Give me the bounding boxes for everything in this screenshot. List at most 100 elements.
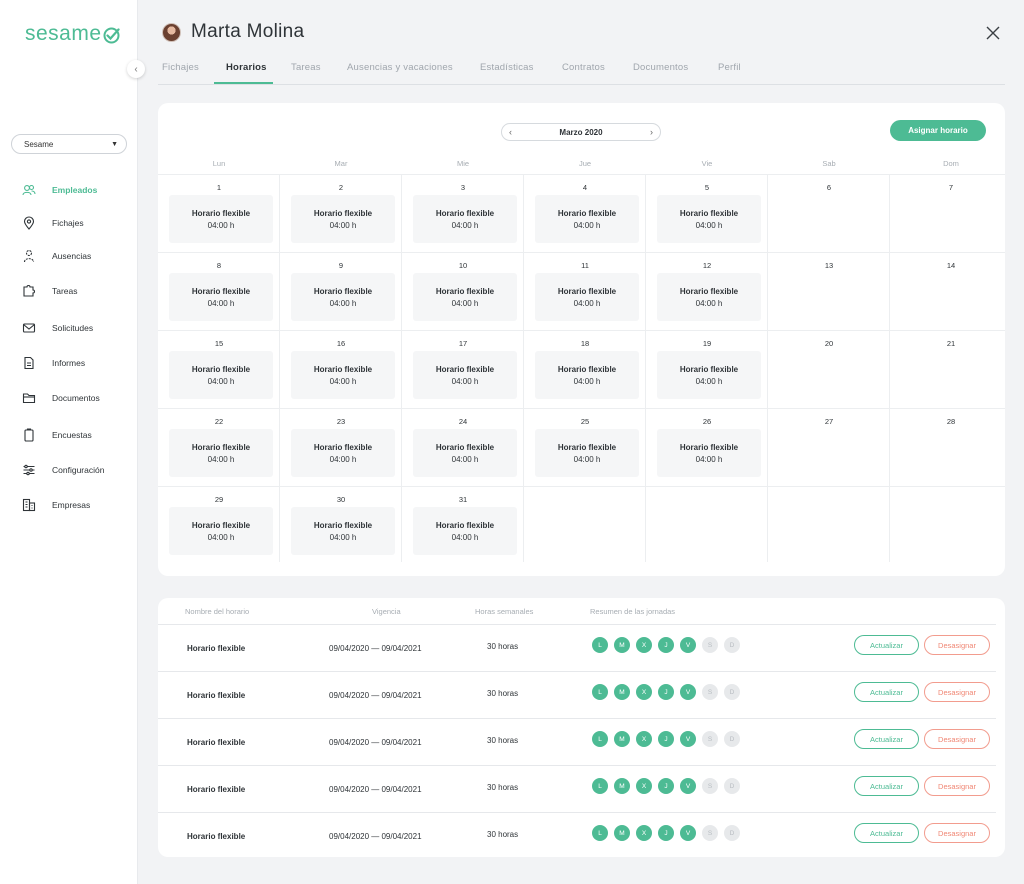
tab-perfil[interactable]: Perfil: [718, 62, 741, 73]
calendar-day-cell[interactable]: 18 Horario flexible 04:00 h: [524, 330, 646, 408]
shift-block[interactable]: Horario flexible 04:00 h: [657, 351, 761, 399]
shift-block[interactable]: Horario flexible 04:00 h: [657, 195, 761, 243]
shift-block[interactable]: Horario flexible 04:00 h: [535, 195, 639, 243]
unassign-button[interactable]: Desasignar: [924, 682, 990, 702]
sidebar-item-informes[interactable]: Informes: [22, 355, 85, 371]
tab-estadisticas[interactable]: Estadísticas: [480, 62, 534, 73]
shift-block[interactable]: Horario flexible 04:00 h: [413, 351, 517, 399]
day-number: 5: [704, 183, 710, 192]
sidebar-item-documentos[interactable]: Documentos: [22, 390, 100, 406]
calendar-day-cell[interactable]: 14: [890, 252, 1005, 330]
calendar-day-cell[interactable]: 20: [768, 330, 890, 408]
calendar-day-cell[interactable]: 9 Horario flexible 04:00 h: [280, 252, 402, 330]
calendar-day-cell[interactable]: 29 Horario flexible 04:00 h: [158, 486, 280, 562]
calendar-day-cell[interactable]: 15 Horario flexible 04:00 h: [158, 330, 280, 408]
shift-block[interactable]: Horario flexible 04:00 h: [413, 273, 517, 321]
calendar-day-cell[interactable]: 5 Horario flexible 04:00 h: [646, 174, 768, 252]
calendar-day-cell[interactable]: 13: [768, 252, 890, 330]
sidebar-item-tareas[interactable]: Tareas: [22, 283, 78, 299]
shift-block[interactable]: Horario flexible 04:00 h: [291, 429, 395, 477]
company-select[interactable]: Sesame ▼: [11, 134, 127, 154]
calendar-day-cell[interactable]: 6: [768, 174, 890, 252]
unassign-button[interactable]: Desasignar: [924, 776, 990, 796]
calendar-day-cell[interactable]: 4 Horario flexible 04:00 h: [524, 174, 646, 252]
day-number: 20: [824, 339, 834, 348]
calendar-day-cell[interactable]: 31 Horario flexible 04:00 h: [402, 486, 524, 562]
calendar-day-cell[interactable]: 19 Horario flexible 04:00 h: [646, 330, 768, 408]
tab-tareas[interactable]: Tareas: [291, 62, 321, 73]
shift-name: Horario flexible: [435, 209, 495, 218]
shift-block[interactable]: Horario flexible 04:00 h: [169, 507, 273, 555]
chevron-left-icon[interactable]: ‹: [509, 127, 512, 137]
tab-documentos[interactable]: Documentos: [633, 62, 688, 73]
update-button[interactable]: Actualizar: [854, 729, 919, 749]
shift-block[interactable]: Horario flexible 04:00 h: [291, 507, 395, 555]
calendar-day-cell[interactable]: 2 Horario flexible 04:00 h: [280, 174, 402, 252]
tab-fichajes[interactable]: Fichajes: [162, 62, 199, 73]
calendar-day-cell[interactable]: 28: [890, 408, 1005, 486]
calendar-day-cell[interactable]: 11 Horario flexible 04:00 h: [524, 252, 646, 330]
collapse-sidebar-button[interactable]: ‹: [127, 60, 145, 78]
unassign-button[interactable]: Desasignar: [924, 635, 990, 655]
shift-block[interactable]: Horario flexible 04:00 h: [169, 195, 273, 243]
sidebar-item-configuracion[interactable]: Configuración: [22, 462, 104, 478]
calendar-day-cell[interactable]: 12 Horario flexible 04:00 h: [646, 252, 768, 330]
calendar-day-cell[interactable]: 16 Horario flexible 04:00 h: [280, 330, 402, 408]
update-button[interactable]: Actualizar: [854, 776, 919, 796]
calendar-day-cell[interactable]: 26 Horario flexible 04:00 h: [646, 408, 768, 486]
calendar-day-cell[interactable]: 3 Horario flexible 04:00 h: [402, 174, 524, 252]
calendar-day-cell[interactable]: [646, 486, 768, 562]
shift-block[interactable]: Horario flexible 04:00 h: [169, 273, 273, 321]
unassign-button[interactable]: Desasignar: [924, 823, 990, 843]
shift-block[interactable]: Horario flexible 04:00 h: [169, 351, 273, 399]
calendar-day-cell[interactable]: 21: [890, 330, 1005, 408]
calendar-day-cell[interactable]: 7: [890, 174, 1005, 252]
table-row: Horario flexible 09/04/2020 — 09/04/2021 3…: [158, 718, 996, 765]
calendar-day-cell[interactable]: 10 Horario flexible 04:00 h: [402, 252, 524, 330]
calendar-day-cell[interactable]: 30 Horario flexible 04:00 h: [280, 486, 402, 562]
shift-hours: 04:00 h: [695, 221, 723, 230]
sidebar-item-encuestas[interactable]: Encuestas: [22, 427, 92, 443]
calendar-day-cell[interactable]: 25 Horario flexible 04:00 h: [524, 408, 646, 486]
shift-block[interactable]: Horario flexible 04:00 h: [413, 195, 517, 243]
shift-block[interactable]: Horario flexible 04:00 h: [291, 351, 395, 399]
shift-block[interactable]: Horario flexible 04:00 h: [535, 273, 639, 321]
shift-name: Horario flexible: [313, 443, 373, 452]
shift-name: Horario flexible: [557, 365, 617, 374]
shift-block[interactable]: Horario flexible 04:00 h: [291, 273, 395, 321]
shift-block[interactable]: Horario flexible 04:00 h: [657, 429, 761, 477]
sidebar-item-fichajes[interactable]: Fichajes: [22, 215, 84, 231]
shift-block[interactable]: Horario flexible 04:00 h: [657, 273, 761, 321]
tab-ausencias-vacaciones[interactable]: Ausencias y vacaciones: [347, 62, 453, 73]
tab-horarios[interactable]: Horarios: [226, 62, 267, 73]
shift-block[interactable]: Horario flexible 04:00 h: [169, 429, 273, 477]
assign-schedule-button[interactable]: Asignar horario: [890, 120, 986, 141]
shift-block[interactable]: Horario flexible 04:00 h: [535, 429, 639, 477]
calendar-day-cell[interactable]: [768, 486, 890, 562]
update-button[interactable]: Actualizar: [854, 823, 919, 843]
sidebar-item-ausencias[interactable]: Ausencias: [22, 248, 91, 264]
calendar-day-cell[interactable]: 22 Horario flexible 04:00 h: [158, 408, 280, 486]
update-button[interactable]: Actualizar: [854, 635, 919, 655]
tab-contratos[interactable]: Contratos: [562, 62, 605, 73]
sidebar-item-empleados[interactable]: Empleados: [22, 182, 97, 198]
calendar-day-cell[interactable]: [524, 486, 646, 562]
calendar-day-cell[interactable]: 24 Horario flexible 04:00 h: [402, 408, 524, 486]
unassign-button[interactable]: Desasignar: [924, 729, 990, 749]
shift-block[interactable]: Horario flexible 04:00 h: [291, 195, 395, 243]
calendar-day-cell[interactable]: 17 Horario flexible 04:00 h: [402, 330, 524, 408]
calendar-day-cell[interactable]: 23 Horario flexible 04:00 h: [280, 408, 402, 486]
calendar-day-cell[interactable]: 8 Horario flexible 04:00 h: [158, 252, 280, 330]
shift-block[interactable]: Horario flexible 04:00 h: [535, 351, 639, 399]
sidebar-item-empresas[interactable]: Empresas: [22, 497, 90, 513]
calendar-day-cell[interactable]: [890, 486, 1005, 562]
shift-block[interactable]: Horario flexible 04:00 h: [413, 507, 517, 555]
chevron-right-icon[interactable]: ›: [650, 127, 653, 137]
sidebar-item-solicitudes[interactable]: Solicitudes: [22, 320, 93, 336]
calendar-day-cell[interactable]: 1 Horario flexible 04:00 h: [158, 174, 280, 252]
sesame-logo[interactable]: sesame: [25, 22, 120, 46]
calendar-day-cell[interactable]: 27: [768, 408, 890, 486]
shift-block[interactable]: Horario flexible 04:00 h: [413, 429, 517, 477]
close-button[interactable]: [984, 24, 1002, 42]
update-button[interactable]: Actualizar: [854, 682, 919, 702]
